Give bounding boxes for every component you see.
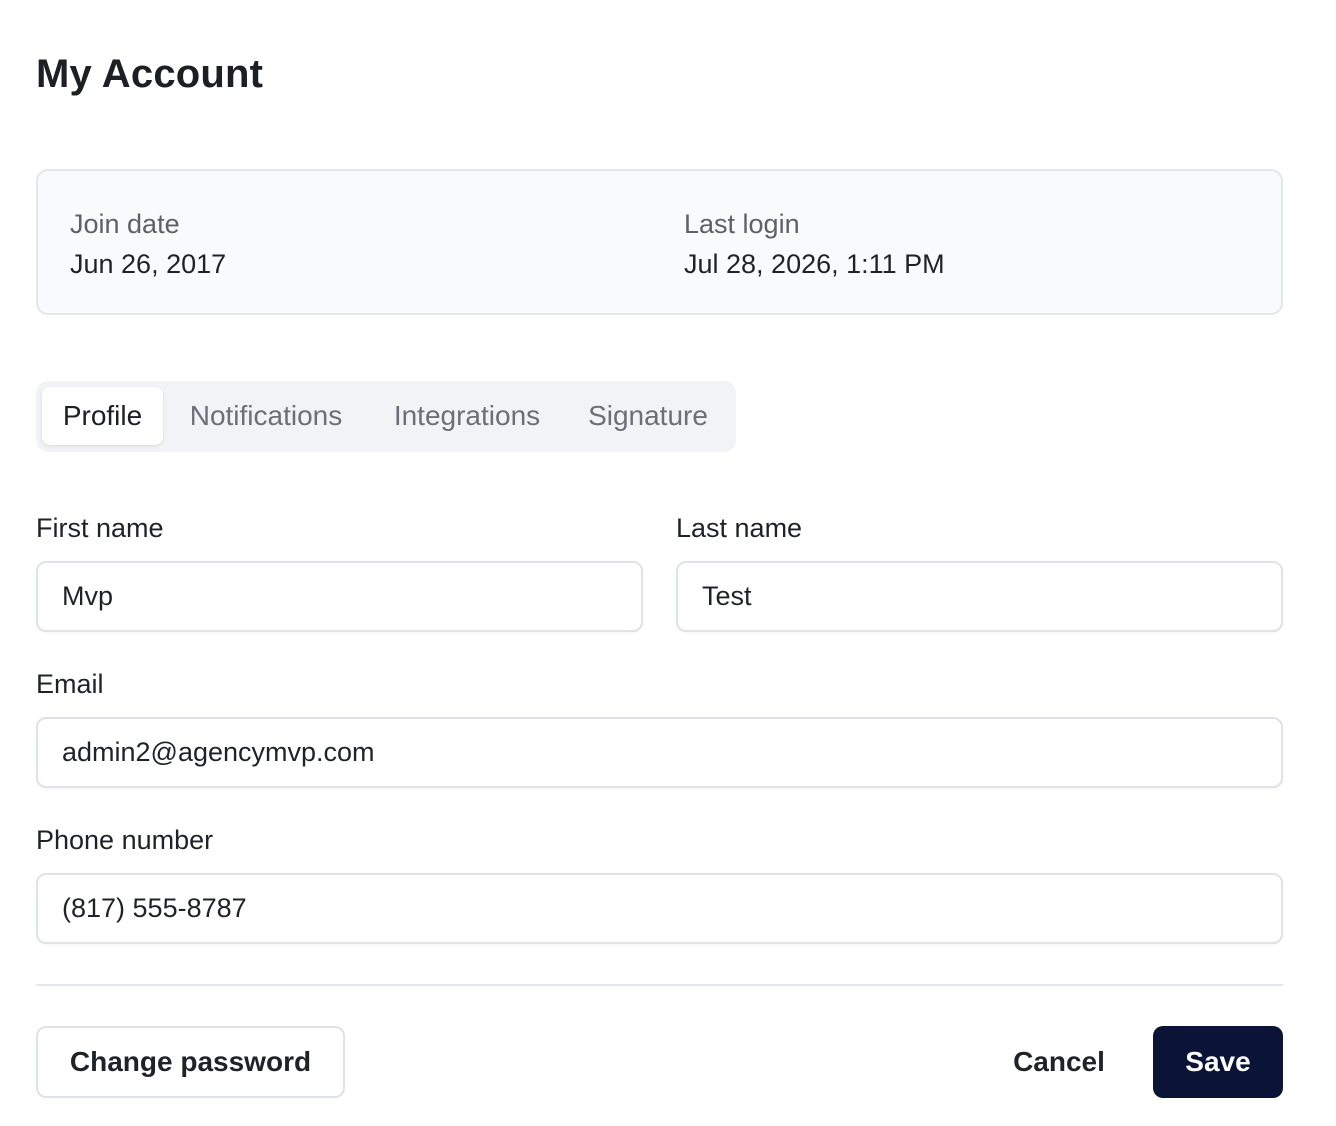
account-tabs: Profile Notifications Integrations Signa… [36, 381, 736, 452]
last-name-input[interactable] [676, 561, 1283, 632]
tab-integrations[interactable]: Integrations [376, 387, 558, 445]
tab-signature[interactable]: Signature [573, 387, 723, 445]
phone-number-label: Phone number [36, 825, 214, 855]
cancel-button[interactable]: Cancel [996, 1026, 1122, 1098]
save-button[interactable]: Save [1153, 1026, 1283, 1098]
last-name-label: Last name [676, 513, 803, 543]
email-input[interactable] [36, 717, 1283, 788]
last-login-value: Jul 28, 2026, 1:11 PM [684, 249, 945, 279]
phone-number-input[interactable] [36, 873, 1283, 944]
last-login-label: Last login [684, 209, 800, 239]
join-date-value: Jun 26, 2017 [70, 249, 227, 279]
first-name-label: First name [36, 513, 164, 543]
account-info-panel: Join date Jun 26, 2017 Last login Jul 28… [36, 169, 1283, 315]
email-label: Email [36, 669, 104, 699]
tab-profile[interactable]: Profile [42, 387, 163, 445]
last-login-block: Last login Jul 28, 2026, 1:11 PM [684, 207, 945, 281]
footer-divider [36, 984, 1283, 986]
join-date-block: Join date Jun 26, 2017 [70, 207, 226, 281]
page-title: My Account [36, 52, 264, 96]
tab-notifications[interactable]: Notifications [171, 387, 361, 445]
first-name-input[interactable] [36, 561, 643, 632]
change-password-button[interactable]: Change password [36, 1026, 345, 1098]
my-account-page: My Account Join date Jun 26, 2017 Last l… [36, 0, 1283, 1126]
join-date-label: Join date [70, 209, 180, 239]
